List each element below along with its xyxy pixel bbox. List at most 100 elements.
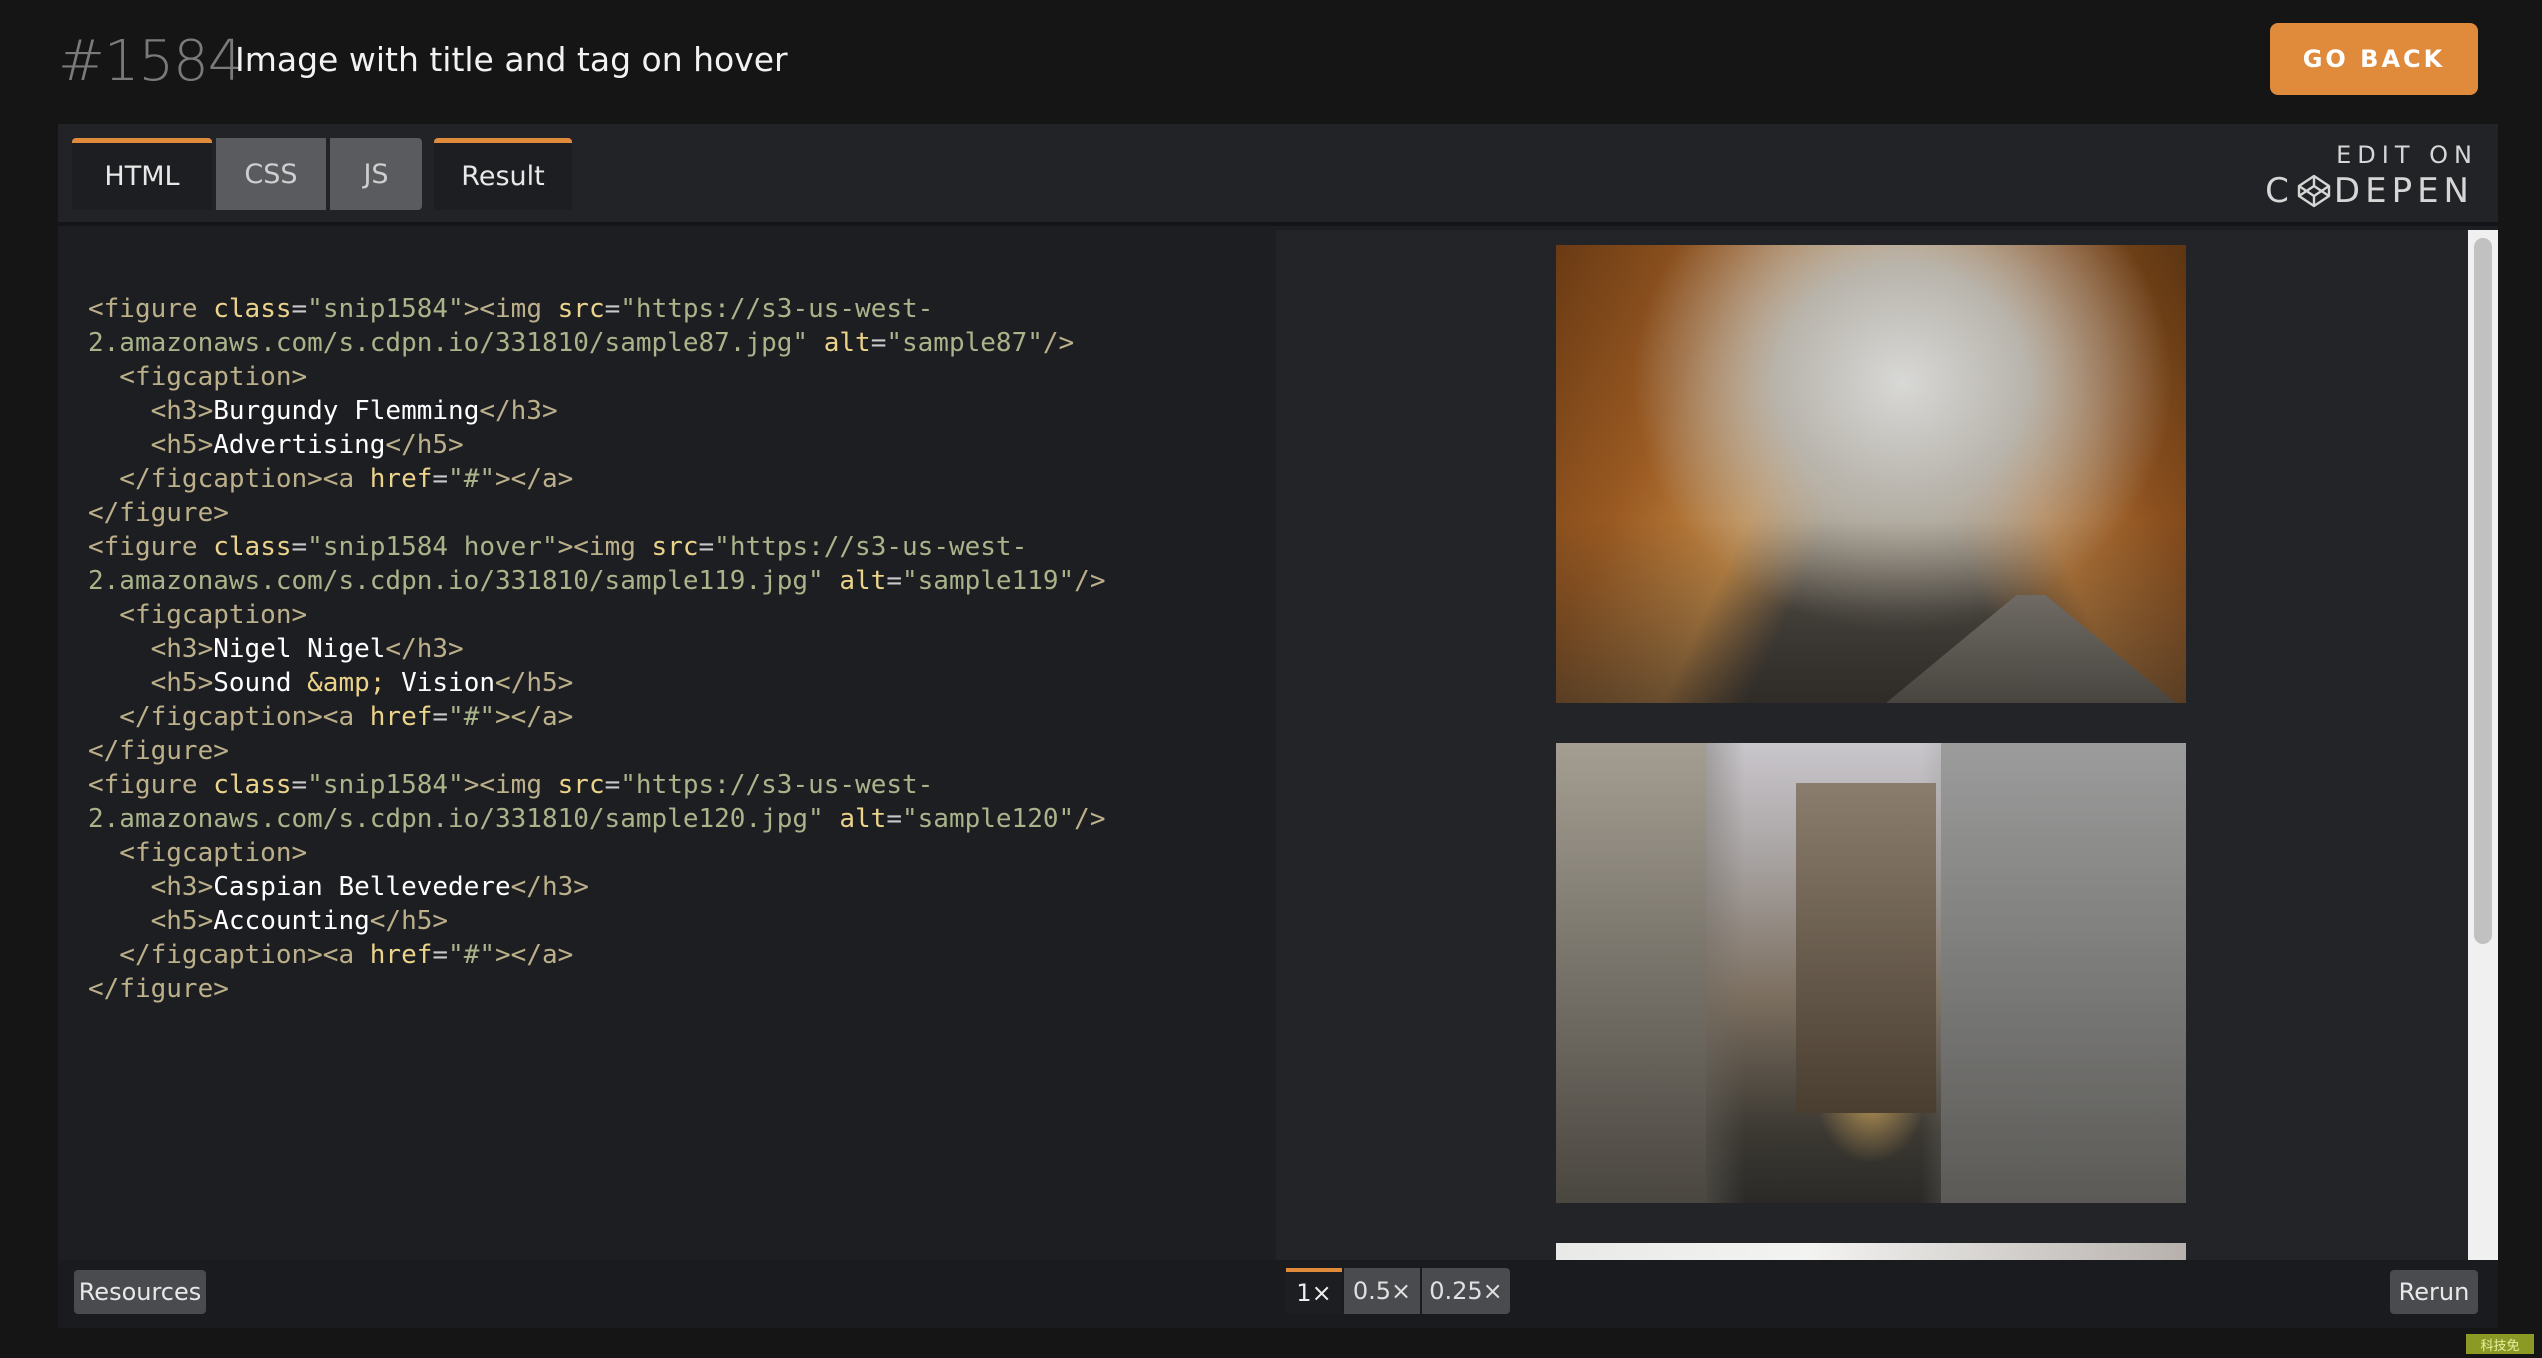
code-line: 2.amazonaws.com/s.cdpn.io/331810/sample8… [88,326,1276,360]
code-line: <h5>Accounting</h5> [88,904,1276,938]
code-token: Burgundy Flemming [213,396,480,426]
tab-html[interactable]: HTML [72,138,212,210]
tab-css[interactable]: CSS [216,138,326,210]
code-line: </figure> [88,972,1276,1006]
code-token: </figcaption><a [88,940,370,970]
code-token: "sample119" [901,566,1075,596]
code-token: </figure> [88,736,229,766]
code-token: alt [839,566,887,596]
codepen-letters: DEPEN [2333,171,2474,211]
result-preview[interactable] [1276,230,2498,1260]
code-token: </h3> [510,872,589,902]
code-token: Vision [385,668,496,698]
code-token: <h5> [88,430,214,460]
tab-result[interactable]: Result [434,138,572,210]
code-line: <figcaption> [88,598,1276,632]
code-token: ><img [463,770,558,800]
code-token: = [432,940,449,970]
code-line: <h5>Advertising</h5> [88,428,1276,462]
zoom-0.25x-button[interactable]: 0.25× [1422,1268,1510,1314]
code-token: ><img [557,532,652,562]
code-token: <figure [88,294,214,324]
code-line: <h3>Nigel Nigel</h3> [88,632,1276,666]
code-token: = [886,804,902,834]
code-token: = [604,770,621,800]
code-line: <figure class="snip1584"><img src="https… [88,292,1276,326]
code-token: href [369,702,433,732]
code-token: = [291,532,308,562]
code-token: "snip1584" [307,294,464,324]
code-line: <figure class="snip1584"><img src="https… [88,768,1276,802]
rerun-button[interactable]: Rerun [2390,1270,2478,1314]
code-token: "https://s3-us-west- [714,532,1028,562]
code-token: <h5> [88,906,214,936]
zoom-0.5x-button[interactable]: 0.5× [1344,1268,1420,1314]
result-scrollbar[interactable] [2468,230,2498,1260]
code-token: ></a> [495,702,574,732]
preview-image-third[interactable] [1556,1243,2186,1260]
code-token: <h3> [88,634,214,664]
code-token: href [369,464,433,494]
code-token: "sample87" [886,328,1043,358]
preview-image-forest-road[interactable] [1556,245,2186,703]
edit-on-codepen-link[interactable]: EDIT ON C DEPEN [2265,140,2474,212]
code-line: <h3>Burgundy Flemming</h3> [88,394,1276,428]
code-token: <figure [88,770,214,800]
code-token: = [432,702,449,732]
code-line: <figcaption> [88,360,1276,394]
code-token: <figcaption> [88,362,308,392]
code-token: = [886,566,902,596]
code-token: <figcaption> [88,838,308,868]
code-token: "#" [448,702,496,732]
zoom-1x-button[interactable]: 1× [1286,1268,1342,1314]
scrollbar-thumb[interactable] [2474,238,2492,944]
resources-button[interactable]: Resources [74,1270,206,1314]
code-token: </h5> [385,430,464,460]
code-line: <figure class="snip1584 hover"><img src=… [88,530,1276,564]
code-token: </figure> [88,974,229,1004]
code-token: <figcaption> [88,600,308,630]
code-line: </figure> [88,496,1276,530]
code-token: </h3> [479,396,558,426]
html-code-editor[interactable]: <figure class="snip1584"><img src="https… [58,230,1276,1260]
preview-image-paris-street[interactable] [1556,743,2186,1203]
code-line: </figcaption><a href="#"></a> [88,462,1276,496]
code-token: Advertising [213,430,386,460]
tab-js[interactable]: JS [330,138,422,210]
code-token: Nigel Nigel [213,634,386,664]
road-shape [1886,595,2176,703]
code-token: /> [1042,328,1075,358]
code-token: class [213,770,292,800]
code-token: alt [823,328,871,358]
corner-badge: 科技免 [2466,1334,2534,1354]
code-token: Accounting [213,906,370,936]
go-back-button[interactable]: GO BACK [2270,23,2478,95]
codepen-embed: HTML CSS JS Result EDIT ON C DEPEN <figu… [58,124,2498,1328]
embed-bottom-bar: Resources 1× 0.5× 0.25× Rerun [58,1260,2498,1328]
code-token: ></a> [495,464,574,494]
code-token: "https://s3-us-west- [620,294,934,324]
code-token: <figure [88,532,214,562]
code-token: </h5> [495,668,574,698]
code-token: </figure> [88,498,229,528]
code-line: </figure> [88,734,1276,768]
code-token: "#" [448,464,496,494]
embed-toolbar: HTML CSS JS Result EDIT ON C DEPEN [58,124,2498,226]
code-token: = [604,294,621,324]
building-center [1796,783,1936,1113]
code-token: = [432,464,449,494]
codepen-cube-icon [2297,174,2331,208]
code-token: 2.amazonaws.com/s.cdpn.io/331810/sample1… [88,804,840,834]
snippet-number: #1584 [58,29,243,94]
code-token: &amp; [307,668,386,698]
code-line: <figcaption> [88,836,1276,870]
code-token: /> [1074,566,1106,596]
edit-on-label: EDIT ON [2336,141,2478,169]
building-left [1556,743,1706,1203]
code-line: 2.amazonaws.com/s.cdpn.io/331810/sample1… [88,802,1276,836]
code-token: <h3> [88,872,214,902]
code-token: </h3> [385,634,464,664]
codepen-wordmark: C DEPEN [2265,170,2474,212]
code-token: class [213,294,292,324]
code-token: "sample120" [901,804,1075,834]
